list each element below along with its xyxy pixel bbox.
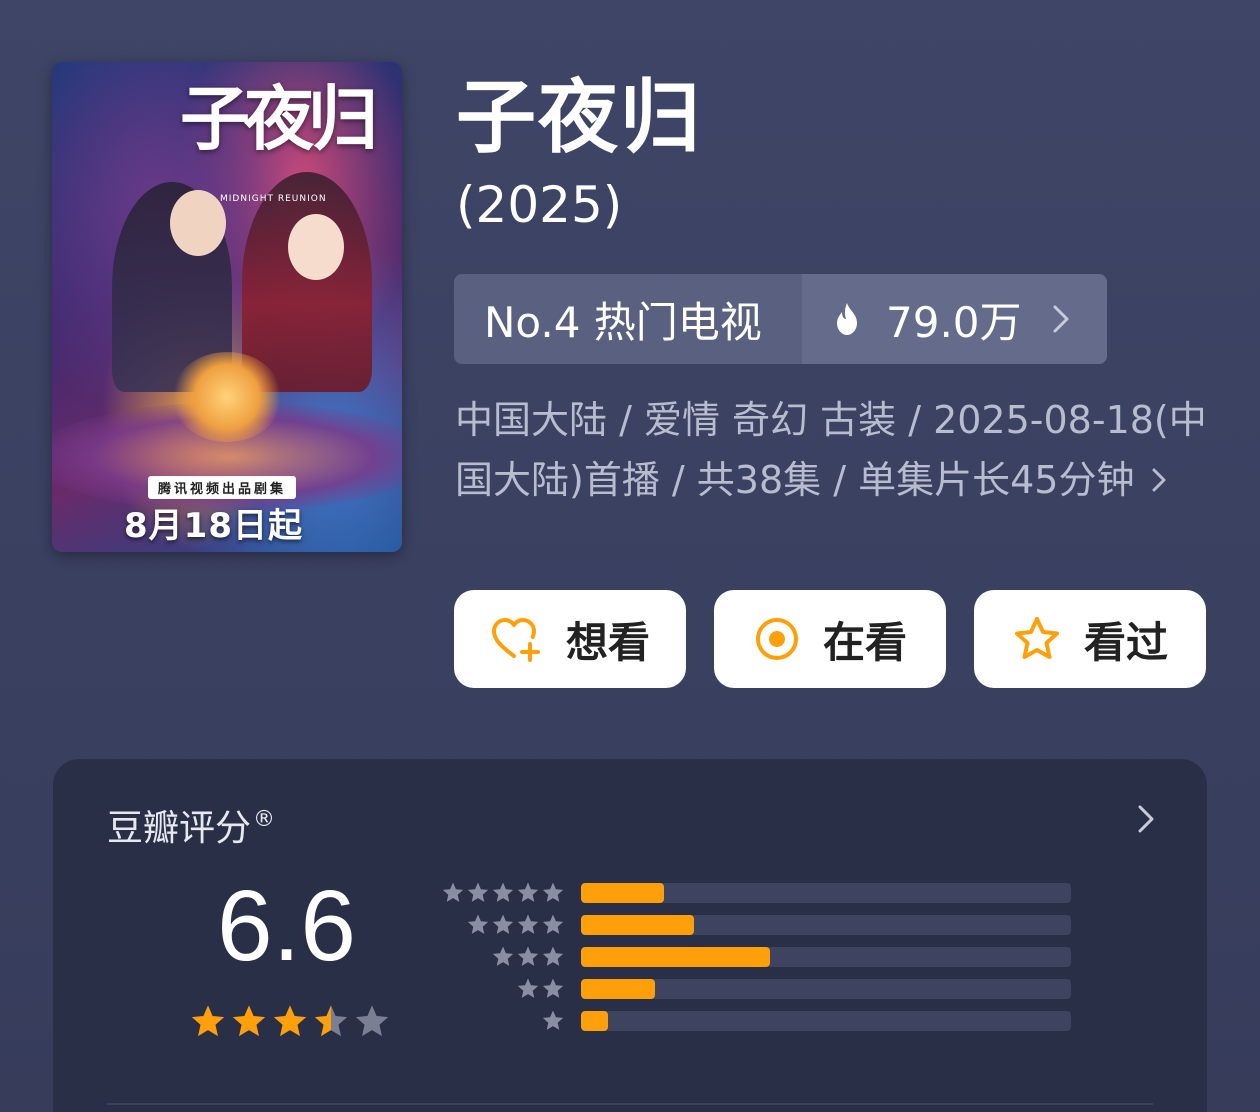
heat-section[interactable]: 79.0万 [802, 274, 1107, 364]
rating-star-icon [273, 1005, 307, 1037]
rating-score: 6.6 [217, 870, 357, 982]
show-meta[interactable]: 中国大陆 / 爱情 奇幻 古装 / 2025-08-18(中国大陆)首播 / 共… [455, 390, 1215, 510]
distribution-bar [581, 979, 1071, 999]
rating-star-icon [232, 1005, 266, 1037]
small-star-icon [542, 1010, 564, 1030]
chevron-right-icon[interactable] [1135, 801, 1157, 837]
distribution-bar-fill [581, 883, 665, 903]
poster-face-male [170, 190, 226, 256]
distribution-bar-fill [581, 915, 694, 935]
distribution-bar [581, 915, 1071, 935]
distribution-stars [437, 977, 565, 1001]
small-star-icon [442, 882, 464, 902]
rating-distribution [437, 877, 1071, 1037]
fire-icon [837, 303, 857, 335]
small-star-icon [517, 914, 539, 934]
small-star-icon [517, 882, 539, 902]
small-star-icon [467, 882, 489, 902]
distribution-bar-fill [581, 947, 770, 967]
show-year: (2025) [456, 176, 623, 234]
show-title: 子夜归 [456, 71, 702, 164]
heart-plus-icon [491, 618, 540, 662]
poster-date: 8月18日起 [124, 506, 303, 546]
target-circle-icon [755, 618, 798, 660]
poster-lantern-glow [172, 352, 282, 442]
distribution-row [437, 909, 1071, 941]
small-star-icon [542, 978, 564, 998]
watching-button[interactable]: 在看 [714, 590, 946, 688]
want-to-watch-label: 想看 [565, 617, 650, 667]
distribution-stars [437, 881, 565, 905]
small-star-icon [517, 946, 539, 966]
rank-pill[interactable]: No.4 热门电视 79.0万 [454, 274, 1107, 364]
meta-text: 中国大陆 / 爱情 奇幻 古装 / 2025-08-18(中国大陆)首播 / 共… [455, 398, 1207, 502]
rating-stars [189, 1003, 394, 1041]
star-outline-icon [1014, 617, 1059, 659]
card-divider [107, 1103, 1153, 1105]
distribution-row [437, 1005, 1071, 1037]
heat-value: 79.0万 [886, 297, 1022, 347]
small-star-icon [492, 882, 514, 902]
distribution-bar [581, 947, 1071, 967]
poster-face-female [288, 214, 344, 280]
small-star-icon [542, 882, 564, 902]
chevron-right-icon [1053, 305, 1069, 333]
distribution-bar [581, 1011, 1071, 1031]
rating-card-title: 豆瓣评分® [107, 807, 276, 849]
distribution-row [437, 973, 1071, 1005]
distribution-bar-fill [581, 1011, 608, 1031]
douban-rating-card[interactable]: 豆瓣评分® 6.6 [53, 759, 1207, 1112]
rank-label: No.4 热门电视 [484, 297, 762, 347]
rating-star-icon [314, 1005, 348, 1037]
poster-badge: 腾讯视频出品剧集 [148, 476, 297, 499]
rank-label-section[interactable]: No.4 热门电视 [454, 274, 802, 364]
small-star-icon [467, 914, 489, 934]
chevron-right-icon [1152, 468, 1166, 492]
watched-button[interactable]: 看过 [974, 590, 1206, 688]
rating-star-icon [355, 1005, 389, 1037]
poster-image[interactable]: 子夜归 MIDNIGHT REUNION 腾讯视频出品剧集 8月18日起 [52, 62, 402, 552]
small-star-icon [492, 914, 514, 934]
distribution-stars [437, 1009, 565, 1033]
distribution-stars [437, 945, 565, 969]
small-star-icon [542, 946, 564, 966]
small-star-icon [542, 914, 564, 934]
distribution-bar-fill [581, 979, 655, 999]
distribution-bar [581, 883, 1071, 903]
small-star-icon [517, 978, 539, 998]
poster-subtitle-art: MIDNIGHT REUNION [220, 194, 327, 204]
distribution-row [437, 877, 1071, 909]
poster-title-art: 子夜归 [180, 77, 378, 160]
watching-label: 在看 [822, 617, 907, 667]
distribution-stars [437, 913, 565, 937]
registered-mark: ® [253, 807, 276, 832]
distribution-row [437, 941, 1071, 973]
rating-star-icon [191, 1005, 225, 1037]
poster-figure-female [242, 172, 372, 392]
small-star-icon [492, 946, 514, 966]
want-to-watch-button[interactable]: 想看 [454, 590, 686, 688]
watched-label: 看过 [1083, 617, 1168, 667]
